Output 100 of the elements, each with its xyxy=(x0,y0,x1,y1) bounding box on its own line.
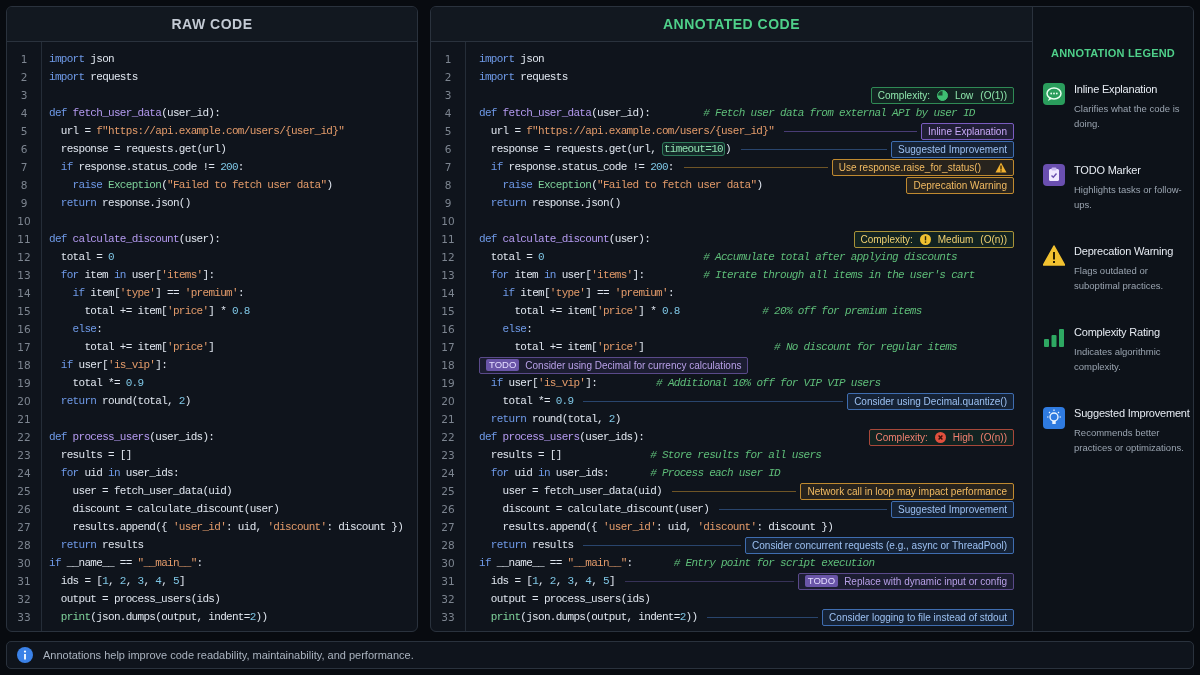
line-number: 2 xyxy=(19,71,29,83)
code-line: response = requests.get(url) xyxy=(59,142,227,157)
complexity-notation: (O(n)) xyxy=(980,431,1007,443)
lightbulb-icon xyxy=(1043,407,1065,429)
code-line: def process_users(user_ids): xyxy=(49,430,215,445)
line-number: 13 xyxy=(440,269,456,281)
line-number: 18 xyxy=(16,359,32,371)
legend-item-title: Inline Explanation xyxy=(1074,83,1159,95)
clipboard-check-icon xyxy=(1043,164,1065,186)
line-number: 26 xyxy=(440,503,456,515)
code-line: return results xyxy=(59,538,144,553)
code-line: import json xyxy=(479,52,544,67)
code-line: results = [] # Store results for all users xyxy=(489,448,822,463)
legend-item-title: Deprecation Warning xyxy=(1074,245,1175,257)
bar-chart-icon xyxy=(1043,326,1065,348)
line-number: 14 xyxy=(440,287,456,299)
legend-item-description: Recommends better practices or optimizations. xyxy=(1074,426,1185,455)
line-number: 8 xyxy=(19,179,29,191)
code-line: total *= 0.9 xyxy=(71,376,144,391)
code-line: if user['is_vip']: xyxy=(59,358,168,373)
complexity-label: Complexity: xyxy=(877,89,930,101)
line-number: 18 xyxy=(440,359,456,371)
annotation-text: Use response.raise_for_status() xyxy=(838,161,981,173)
line-number: 33 xyxy=(16,611,32,623)
code-line: def fetch_user_data(user_id): xyxy=(49,106,221,121)
code-line: return response.json() xyxy=(59,196,191,211)
line-number: 20 xyxy=(440,395,456,407)
complexity-level: Low xyxy=(954,89,974,101)
line-number: 6 xyxy=(443,143,453,155)
line-number: 9 xyxy=(19,197,29,209)
annotation-note: Consider using Decimal.quantize() xyxy=(847,392,1014,410)
complexity-notation: (O(n)) xyxy=(980,233,1007,245)
line-number: 14 xyxy=(16,287,32,299)
todo-tag: TODO xyxy=(486,359,520,371)
line-number: 16 xyxy=(440,323,456,335)
annotation-note: Network call in loop may impact performance xyxy=(800,482,1014,500)
line-number: 5 xyxy=(443,125,453,137)
legend-title: ANNOTATION LEGEND xyxy=(1051,47,1176,59)
code-line: if __name__ == "__main__": # Entry point for script execution xyxy=(479,556,875,571)
line-number: 17 xyxy=(16,341,32,353)
line-number: 22 xyxy=(16,431,32,443)
code-line: total += item['price'] # No discount for regular items xyxy=(513,340,957,355)
complexity-notation: (O(1)) xyxy=(980,89,1007,101)
code-line: url = f"https://api.example.com/users/{user_id}" xyxy=(489,124,775,139)
code-line: return response.json() xyxy=(489,196,621,211)
line-number: 19 xyxy=(440,377,456,389)
line-number: 7 xyxy=(443,161,453,173)
code-line: def fetch_user_data(user_id): # Fetch user data from external API by user ID xyxy=(479,106,975,121)
annotation-note: Deprecation Warning xyxy=(906,176,1014,194)
warning-icon xyxy=(1043,245,1065,267)
line-number: 28 xyxy=(440,539,456,551)
line-number: 11 xyxy=(440,233,456,245)
legend-item-description: Flags outdated or suboptimal practices. xyxy=(1074,264,1165,293)
line-number: 23 xyxy=(440,449,456,461)
line-number: 26 xyxy=(16,503,32,515)
line-number: 1 xyxy=(443,53,453,65)
line-number: 20 xyxy=(16,395,32,407)
code-line: else: xyxy=(501,322,533,337)
line-number: 3 xyxy=(19,89,29,101)
code-line: for item in user['items']: # Iterate through all items in the user's cart xyxy=(489,268,975,283)
code-line: def calculate_discount(user): xyxy=(49,232,221,247)
code-line: user = fetch_user_data(uid) xyxy=(71,484,232,499)
code-line: raise Exception("Failed to fetch user data") xyxy=(71,178,333,193)
code-line: discount = calculate_discount(user) xyxy=(501,502,710,517)
annotation-text: Consider using Decimal for currency calculations xyxy=(525,359,742,371)
legend-item-title: Complexity Rating xyxy=(1074,326,1161,338)
line-number: 23 xyxy=(16,449,32,461)
code-line: else: xyxy=(71,322,103,337)
code-line: ids = [1, 2, 3, 4, 5] xyxy=(59,574,185,589)
line-number: 33 xyxy=(440,611,456,623)
code-line: import requests xyxy=(49,70,138,85)
code-line: print(json.dumps(output, indent=2)) xyxy=(59,610,268,625)
code-line: return round(total, 2) xyxy=(489,412,621,427)
line-number: 16 xyxy=(16,323,32,335)
line-number: 13 xyxy=(16,269,32,281)
complexity-label: Complexity: xyxy=(860,233,913,245)
speech-bubble-icon xyxy=(1043,83,1065,105)
line-number: 5 xyxy=(19,125,29,137)
warning-icon xyxy=(995,161,1007,173)
code-line: url = f"https://api.example.com/users/{user_id}" xyxy=(59,124,345,139)
code-line: return results xyxy=(489,538,574,553)
line-number: 30 xyxy=(440,557,456,569)
line-number: 28 xyxy=(16,539,32,551)
legend-item-description: Highlights tasks or follow-ups. xyxy=(1074,183,1183,212)
line-number: 9 xyxy=(443,197,453,209)
code-line: output = process_users(ids) xyxy=(489,592,651,607)
annotation-note: Suggested Improvement xyxy=(891,140,1014,158)
code-line: total += item['price'] xyxy=(83,340,215,355)
line-number: 12 xyxy=(16,251,32,263)
line-number: 31 xyxy=(16,575,32,587)
line-number: 1 xyxy=(19,53,29,65)
code-line: total = 0 xyxy=(59,250,114,265)
code-line: if user['is_vip']: # Additional 10% off for VIP VIP users xyxy=(489,376,881,391)
code-line: total += item['price'] * 0.8 # 20% off for premium items xyxy=(513,304,922,319)
code-line: def process_users(user_ids): xyxy=(479,430,645,445)
annotation-text: Replace with dynamic input or config xyxy=(844,575,1007,587)
line-number: 12 xyxy=(440,251,456,263)
code-line: if __name__ == "__main__": xyxy=(49,556,203,571)
code-line: output = process_users(ids) xyxy=(59,592,221,607)
code-line: def calculate_discount(user): xyxy=(479,232,651,247)
